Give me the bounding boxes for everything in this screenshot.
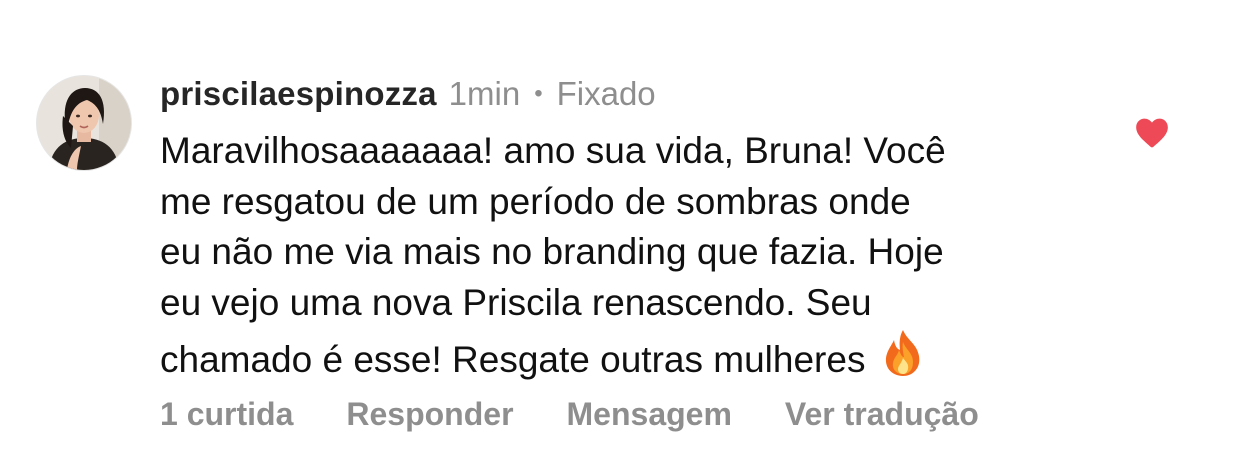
reply-button[interactable]: Responder [346,396,513,433]
separator-dot: • [534,80,543,107]
fire-emoji-icon [883,328,923,392]
comment-time: 1min [448,75,521,112]
avatar[interactable] [37,76,131,170]
likes-count-link[interactable]: 1 curtida [160,396,293,433]
comment-body: Maravilhosaaaaaaa! amo sua vida, Bruna! … [160,126,1090,392]
username[interactable]: priscilaespinozza [160,75,437,113]
comment-text: Maravilhosaaaaaaa! amo sua vida, Bruna! … [160,130,946,380]
avatar-photo [37,76,131,170]
like-button[interactable] [1132,112,1172,152]
heart-icon [1136,118,1168,148]
comment-actions: 1 curtida Responder Mensagem Ver traduçã… [160,392,979,436]
pinned-label: Fixado [556,75,656,112]
comment-header: priscilaespinozza 1min • Fixado [160,72,656,116]
comment: priscilaespinozza 1min • Fixado Maravilh… [0,0,1242,470]
translate-button[interactable]: Ver tradução [785,396,979,433]
message-button[interactable]: Mensagem [567,396,732,433]
